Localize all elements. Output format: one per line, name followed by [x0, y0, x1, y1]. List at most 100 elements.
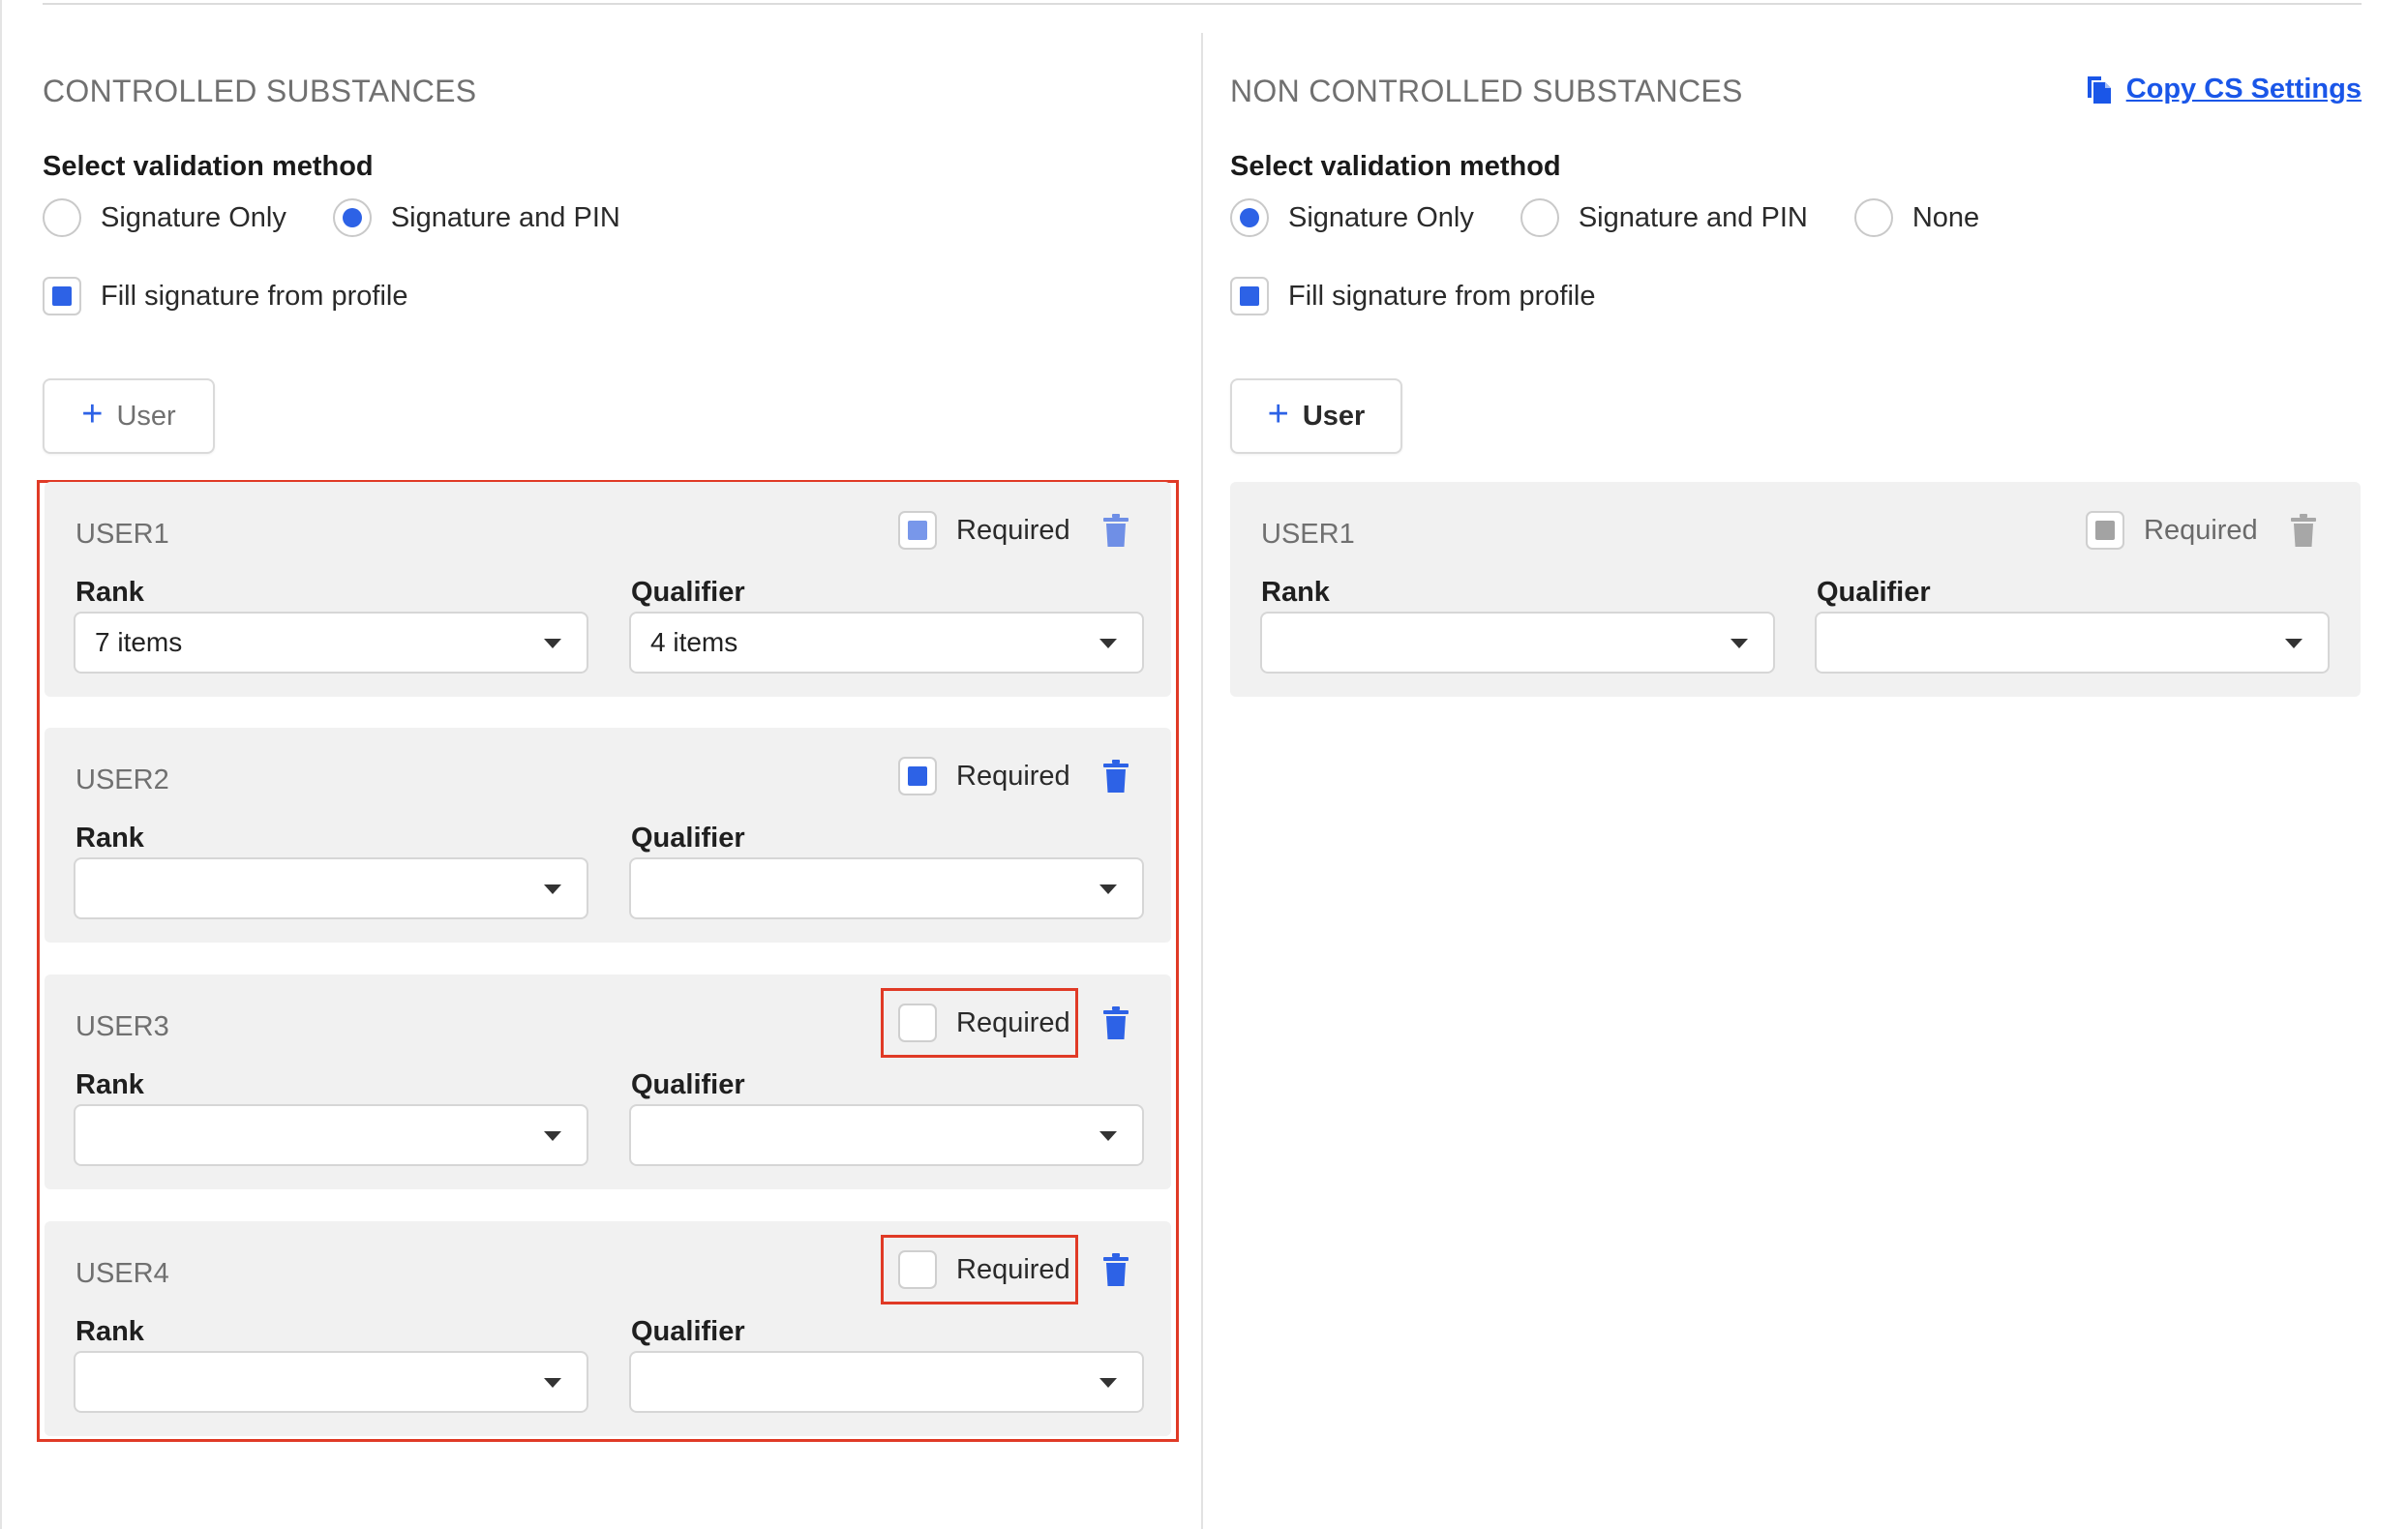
non-controlled-radio-none[interactable]: None: [1853, 198, 1980, 237]
non-controlled-radio-signature-only[interactable]: Signature Only: [1230, 198, 1474, 237]
non-controlled-method-radio-group: Signature Only Signature and PIN None: [1230, 196, 2026, 239]
radio-button[interactable]: [332, 198, 372, 237]
plus-icon: +: [1267, 394, 1289, 435]
radio-label: None: [1911, 201, 1980, 233]
caret-down-icon: [1099, 1131, 1117, 1141]
non-controlled-method-label: Select validation method: [1230, 151, 1561, 182]
rank-label: Rank: [75, 823, 144, 854]
user-card-user4: USER4 Required Rank Qualifier: [45, 1221, 1171, 1436]
rank-label: Rank: [75, 577, 144, 608]
required-label: Required: [956, 760, 1070, 792]
caret-down-icon: [544, 1131, 561, 1141]
qualifier-label: Qualifier: [1817, 577, 1931, 608]
qualifier-label: Qualifier: [631, 1069, 745, 1100]
user-card-user3: USER3 Required Rank Qualifier: [45, 974, 1171, 1189]
page-edge: [0, 0, 2, 1529]
qualifier-label: Qualifier: [631, 577, 745, 608]
controlled-section-title: CONTROLLED SUBSTANCES: [43, 74, 477, 108]
required-toggle[interactable]: Required: [898, 1004, 1070, 1042]
required-checkbox[interactable]: [2086, 511, 2124, 550]
caret-down-icon: [1099, 1378, 1117, 1388]
qualifier-select[interactable]: [629, 1351, 1144, 1413]
copy-icon: [2087, 75, 2111, 104]
user-title: USER3: [75, 1011, 169, 1042]
required-label: Required: [956, 1253, 1070, 1285]
controlled-radio-signature-only[interactable]: Signature Only: [43, 198, 286, 237]
caret-down-icon: [544, 884, 561, 894]
rank-select[interactable]: 7 items: [74, 612, 588, 674]
controlled-fill-signature[interactable]: Fill signature from profile: [43, 277, 408, 315]
qualifier-label: Qualifier: [631, 823, 745, 854]
radio-button[interactable]: [43, 198, 81, 237]
radio-label: Signature and PIN: [390, 201, 620, 233]
top-divider: [43, 3, 2362, 5]
trash-icon[interactable]: [1103, 514, 1129, 547]
non-controlled-fill-signature[interactable]: Fill signature from profile: [1230, 277, 1596, 315]
caret-down-icon: [544, 639, 561, 648]
non-controlled-add-user-button[interactable]: + User: [1230, 378, 1402, 454]
required-label: Required: [2144, 514, 2258, 546]
required-checkbox[interactable]: [898, 1250, 937, 1289]
rank-select[interactable]: [74, 857, 588, 919]
user-title: USER4: [75, 1258, 169, 1289]
caret-down-icon: [1731, 639, 1748, 648]
fill-signature-checkbox[interactable]: [43, 277, 81, 315]
nc-user-card-user1: USER1 Required Rank Qualifier: [1230, 482, 2361, 697]
caret-down-icon: [1099, 639, 1117, 648]
rank-select[interactable]: [74, 1104, 588, 1166]
required-checkbox[interactable]: [898, 511, 937, 550]
fill-signature-label: Fill signature from profile: [101, 280, 408, 312]
column-divider: [1201, 33, 1203, 1529]
caret-down-icon: [1099, 884, 1117, 894]
radio-button[interactable]: [1230, 198, 1269, 237]
required-checkbox[interactable]: [898, 1004, 937, 1042]
radio-button[interactable]: [1853, 198, 1893, 237]
non-controlled-section-title: NON CONTROLLED SUBSTANCES: [1230, 74, 1743, 108]
user-card-user1: USER1 Required Rank Qualifier 7 items 4 …: [45, 482, 1171, 697]
radio-label: Signature Only: [101, 201, 286, 233]
qualifier-select-value: 4 items: [650, 627, 738, 657]
non-controlled-radio-signature-and-pin[interactable]: Signature and PIN: [1520, 198, 1808, 237]
required-toggle[interactable]: Required: [2086, 511, 2258, 550]
caret-down-icon: [544, 1378, 561, 1388]
user-title: USER2: [75, 764, 169, 795]
qualifier-label: Qualifier: [631, 1316, 745, 1347]
qualifier-select[interactable]: [629, 1104, 1144, 1166]
qualifier-select[interactable]: 4 items: [629, 612, 1144, 674]
fill-signature-checkbox[interactable]: [1230, 277, 1269, 315]
controlled-method-label: Select validation method: [43, 151, 374, 182]
controlled-method-radio-group: Signature Only Signature and PIN: [43, 196, 667, 239]
trash-icon[interactable]: [1103, 1253, 1129, 1286]
fill-signature-label: Fill signature from profile: [1288, 280, 1596, 312]
trash-icon[interactable]: [1103, 1006, 1129, 1039]
rank-label: Rank: [75, 1069, 144, 1100]
plus-icon: +: [81, 394, 104, 435]
required-toggle[interactable]: Required: [898, 757, 1070, 795]
add-user-label: User: [116, 400, 176, 432]
rank-select-value: 7 items: [95, 627, 183, 657]
rank-label: Rank: [1261, 577, 1330, 608]
user-title: USER1: [75, 519, 169, 550]
user-title: USER1: [1261, 519, 1355, 550]
trash-icon[interactable]: [2291, 514, 2316, 547]
required-toggle[interactable]: Required: [898, 511, 1070, 550]
radio-label: Signature and PIN: [1578, 201, 1808, 233]
radio-button[interactable]: [1520, 198, 1559, 237]
rank-select[interactable]: [74, 1351, 588, 1413]
radio-label: Signature Only: [1288, 201, 1474, 233]
rank-select[interactable]: [1260, 612, 1775, 674]
copy-cs-settings-link[interactable]: Copy CS Settings: [2084, 74, 2362, 105]
caret-down-icon: [2285, 639, 2303, 648]
add-user-label: User: [1302, 400, 1366, 432]
controlled-add-user-button[interactable]: + User: [43, 378, 215, 454]
rank-label: Rank: [75, 1316, 144, 1347]
user-card-user2: USER2 Required Rank Qualifier: [45, 728, 1171, 943]
copy-link-label: Copy CS Settings: [2125, 74, 2362, 105]
qualifier-select[interactable]: [1815, 612, 2330, 674]
controlled-radio-signature-and-pin[interactable]: Signature and PIN: [332, 198, 620, 237]
qualifier-select[interactable]: [629, 857, 1144, 919]
required-label: Required: [956, 514, 1070, 546]
required-toggle[interactable]: Required: [898, 1250, 1070, 1289]
trash-icon[interactable]: [1103, 760, 1129, 793]
required-checkbox[interactable]: [898, 757, 937, 795]
